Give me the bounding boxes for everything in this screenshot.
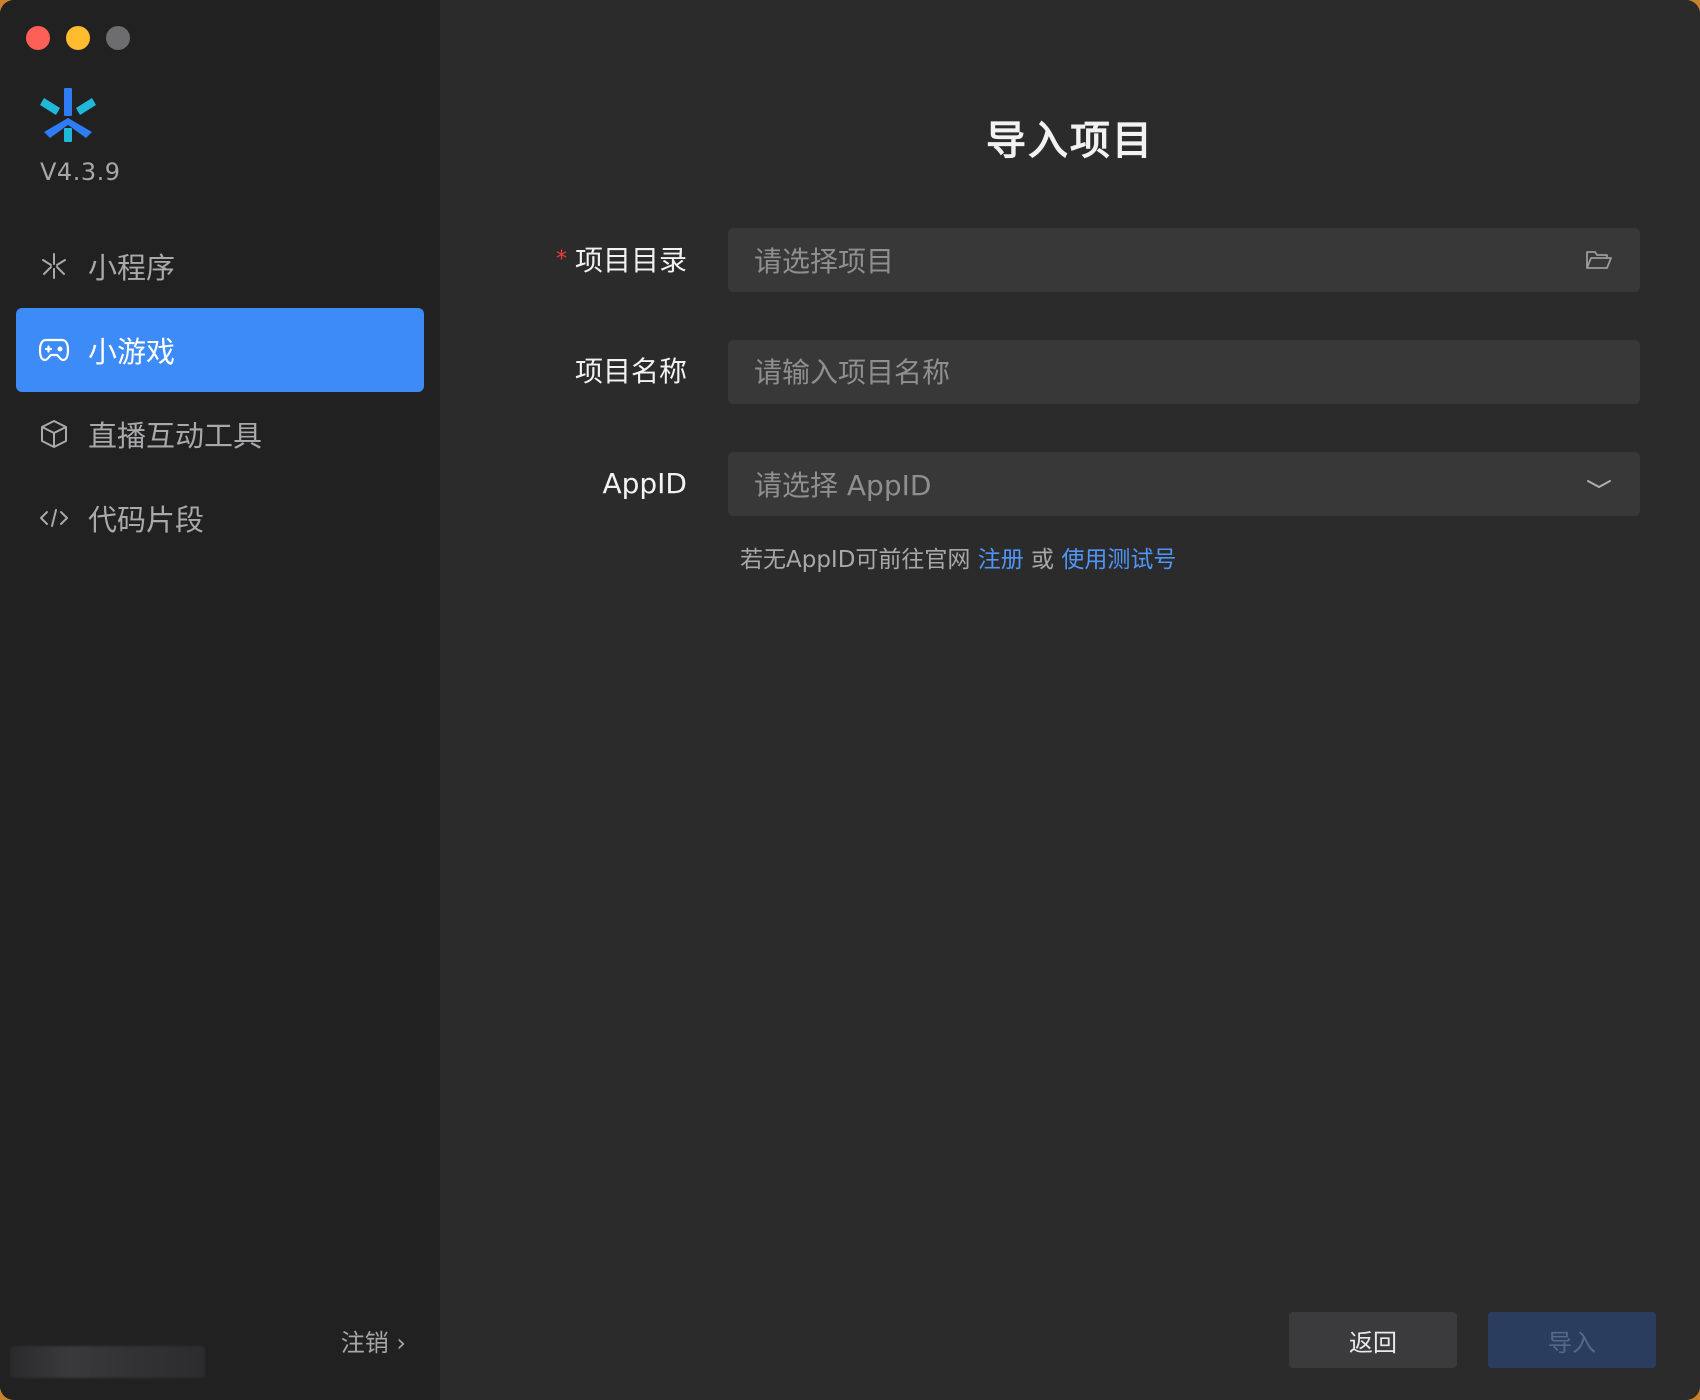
window-controls	[26, 26, 130, 50]
folder-open-icon[interactable]	[1584, 245, 1614, 275]
directory-label-text: 项目目录	[574, 244, 687, 277]
directory-label: * 项目目录	[556, 228, 687, 292]
sidebar-item-label: 直播互动工具	[88, 419, 263, 453]
app-window: V4.3.9 小程序 小游戏 直播互动工具 代码片段 注销 › 导入项目 * 项…	[0, 0, 1700, 1400]
project-name-input[interactable]	[754, 355, 1614, 389]
back-button[interactable]: 返回	[1289, 1312, 1457, 1368]
sidebar: V4.3.9 小程序 小游戏 直播互动工具 代码片段 注销 ›	[0, 0, 440, 1400]
app-logo-icon	[40, 88, 96, 148]
cube-icon	[38, 418, 70, 450]
required-mark: *	[555, 247, 567, 272]
main-panel: 导入项目 * 项目目录 请选择项目 项目名称 请输入项目名称 AppID 请选择…	[440, 0, 1700, 1400]
maximize-window-button[interactable]	[106, 26, 130, 50]
sidebar-item-mini-program[interactable]: 小程序	[16, 224, 424, 308]
close-window-button[interactable]	[26, 26, 50, 50]
page-title: 导入项目	[986, 118, 1154, 164]
import-button[interactable]: 导入	[1488, 1312, 1656, 1368]
app-version: V4.3.9	[40, 158, 121, 186]
directory-field[interactable]: 请选择项目	[728, 228, 1640, 292]
sidebar-item-live-tools[interactable]: 直播互动工具	[16, 392, 424, 476]
logout-link[interactable]: 注销 ›	[341, 1323, 406, 1358]
use-test-account-link[interactable]: 使用测试号	[1061, 547, 1176, 573]
form-row-appid: AppID 请选择 AppID	[440, 452, 1700, 516]
sidebar-item-label: 小程序	[88, 251, 176, 285]
register-link[interactable]: 注册	[978, 547, 1024, 573]
appid-select[interactable]: 请选择 AppID	[728, 452, 1640, 516]
hint-middle: 或	[1023, 547, 1062, 573]
minimize-window-button[interactable]	[66, 26, 90, 50]
appid-hint: 若无AppID可前往官网 注册 或 使用测试号	[740, 540, 1176, 574]
chevron-down-icon	[1584, 469, 1614, 499]
sidebar-item-code-snippets[interactable]: 代码片段	[16, 476, 424, 560]
asterisk-icon	[38, 250, 70, 282]
directory-placeholder: 请选择项目	[754, 245, 895, 278]
gamepad-icon	[38, 334, 70, 366]
name-label: 项目名称	[574, 355, 687, 388]
form-row-directory: * 项目目录 请选择项目	[440, 228, 1700, 292]
code-icon	[38, 502, 70, 534]
sidebar-item-label: 小游戏	[88, 335, 176, 369]
name-field	[728, 340, 1640, 404]
appid-label: AppID	[602, 467, 687, 500]
sidebar-nav: 小程序 小游戏 直播互动工具 代码片段	[16, 224, 424, 560]
user-account-redacted	[10, 1346, 205, 1378]
sidebar-item-label: 代码片段	[88, 503, 205, 537]
appid-placeholder: 请选择 AppID	[754, 469, 932, 502]
sidebar-item-mini-game[interactable]: 小游戏	[16, 308, 424, 392]
hint-prefix: 若无AppID可前往官网	[740, 547, 978, 573]
form-row-name: 项目名称	[440, 340, 1700, 404]
